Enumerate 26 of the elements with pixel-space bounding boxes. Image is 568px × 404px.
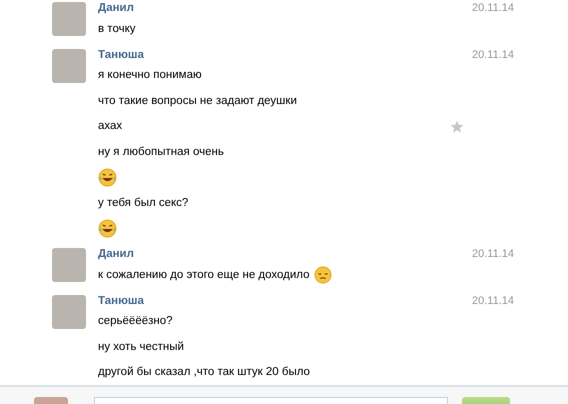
laughing-emoji-icon xyxy=(98,218,117,238)
avatar-photo-placeholder[interactable] xyxy=(52,2,86,36)
message-text: у тебя был секс? xyxy=(98,196,188,209)
message-text: к сожалению до этого еще не доходило xyxy=(98,268,310,281)
message-date: 20.11.14 xyxy=(472,2,514,14)
message-date: 20.11.14 xyxy=(472,48,514,60)
message-date: 20.11.14 xyxy=(472,294,514,306)
message-text: другой бы сказал ,что так штук 20 было xyxy=(98,366,310,378)
message-text: ахах xyxy=(98,120,122,132)
message-date: 20.11.14 xyxy=(472,248,514,260)
author-name[interactable]: Танюша xyxy=(98,294,144,306)
message-text: я конечно понимаю xyxy=(98,69,202,82)
author-name[interactable]: Данил xyxy=(98,2,134,14)
message-text: ну я любопытная очень xyxy=(98,146,224,158)
message-text: ну хоть честный xyxy=(98,340,184,353)
star-icon[interactable] xyxy=(450,120,464,134)
author-name[interactable]: Данил xyxy=(98,248,134,260)
message-text: что такие вопросы не задают деушки xyxy=(98,94,297,107)
message-text: серьёёёёзно? xyxy=(98,315,173,328)
laughing-emoji-icon xyxy=(98,168,117,187)
avatar-photo-placeholder[interactable] xyxy=(52,48,86,82)
avatar-photo-placeholder[interactable] xyxy=(52,294,86,328)
message-text: в точку xyxy=(98,22,136,35)
author-name[interactable]: Танюша xyxy=(98,48,144,60)
sad-face-emoji-icon xyxy=(314,266,332,284)
avatar-photo-placeholder[interactable] xyxy=(52,248,86,282)
